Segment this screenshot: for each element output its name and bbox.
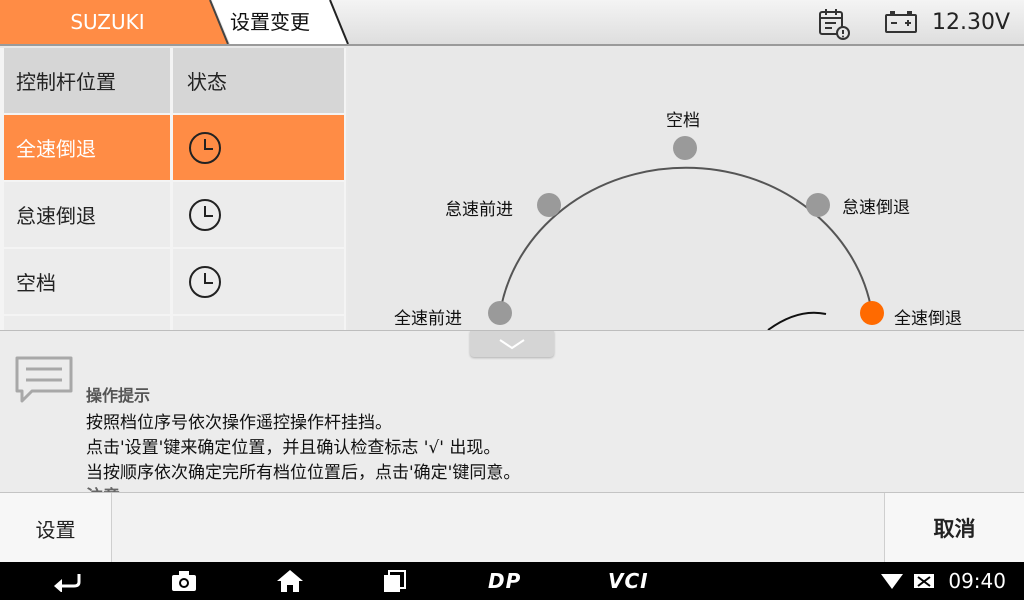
row-position-label: 全速倒退 bbox=[4, 115, 170, 180]
recent-apps-icon bbox=[384, 570, 406, 592]
hint-panel: 操作提示 按照档位序号依次操作遥控操作杆挂挡。 点击'设置'键来确定位置，并且确… bbox=[0, 330, 1024, 492]
cancel-button[interactable]: 取消 bbox=[884, 493, 1024, 563]
dp-label: DP bbox=[488, 569, 522, 593]
position-dot-idle-reverse bbox=[806, 193, 830, 217]
clock-icon bbox=[189, 265, 221, 298]
status-clock: 09:40 bbox=[948, 569, 1006, 593]
lever-arc-svg bbox=[488, 136, 884, 330]
label-neutral: 空档 bbox=[666, 111, 700, 131]
label-idle-reverse: 怠速倒退 bbox=[842, 198, 910, 218]
home-icon bbox=[277, 570, 303, 592]
lever-arc bbox=[499, 166, 873, 314]
message-icon bbox=[15, 356, 73, 403]
recent-apps-button[interactable] bbox=[382, 562, 408, 600]
brand-label: SUZUKI bbox=[70, 10, 145, 34]
calendar-alert-icon[interactable] bbox=[816, 6, 852, 42]
chevron-down-icon bbox=[499, 339, 525, 350]
row-position-label: 怠速倒退 bbox=[4, 182, 170, 247]
battery-voltage: 12.30V bbox=[931, 10, 1010, 35]
camera-icon bbox=[172, 571, 196, 591]
brand-tab[interactable]: SUZUKI bbox=[0, 0, 230, 44]
hint-line-3: 当按顺序依次确定完所有档位位置后，点击'确定'键同意。 bbox=[86, 463, 521, 483]
row-status bbox=[173, 115, 344, 180]
vci-label: VCI bbox=[608, 569, 649, 593]
wifi-status bbox=[880, 562, 904, 600]
collapse-button[interactable] bbox=[470, 331, 554, 357]
lever-diagram: 空档 怠速前进 怠速倒退 全速前进 全速倒退 bbox=[348, 48, 1024, 330]
row-status bbox=[173, 249, 344, 314]
screenshot-button[interactable] bbox=[170, 562, 198, 600]
breadcrumb-label: 设置变更 bbox=[230, 10, 310, 34]
home-button[interactable] bbox=[276, 562, 304, 600]
column-header-position: 控制杆位置 bbox=[4, 48, 170, 113]
position-dot-idle-forward bbox=[537, 193, 561, 217]
position-dot-full-forward bbox=[488, 301, 512, 325]
action-bar: 设置 取消 bbox=[0, 492, 1024, 563]
table-row-neutral[interactable]: 空档 bbox=[0, 249, 346, 316]
no-sim-icon bbox=[914, 574, 934, 588]
hint-title: 操作提示 bbox=[86, 386, 151, 405]
system-nav-bar: DP VCI 09:40 bbox=[0, 562, 1024, 600]
clock-icon bbox=[189, 131, 221, 164]
battery-icon bbox=[885, 11, 917, 33]
wifi-icon bbox=[881, 574, 903, 589]
lever-handle bbox=[767, 311, 827, 330]
back-button[interactable] bbox=[52, 562, 82, 600]
set-button[interactable]: 设置 bbox=[0, 493, 112, 563]
lever-position-table: 控制杆位置 状态 全速倒退 怠速倒退 空档 bbox=[0, 48, 346, 330]
hint-line-4: 注意 bbox=[86, 482, 120, 492]
sim-status bbox=[912, 562, 936, 600]
app-header: SUZUKI 设置变更 12.30V bbox=[0, 0, 1024, 46]
back-arrow-icon bbox=[54, 574, 81, 592]
position-dot-neutral bbox=[673, 136, 697, 160]
table-header: 控制杆位置 状态 bbox=[0, 48, 346, 115]
row-status bbox=[173, 182, 344, 247]
table-row-idle-reverse[interactable]: 怠速倒退 bbox=[0, 182, 346, 249]
row-position-label: 空档 bbox=[4, 249, 170, 314]
label-full-forward: 全速前进 bbox=[394, 309, 462, 329]
table-row-full-reverse[interactable]: 全速倒退 bbox=[0, 115, 346, 182]
hint-line-1: 按照档位序号依次操作遥控操作杆挂挡。 bbox=[86, 413, 392, 433]
vci-button[interactable]: VCI bbox=[608, 562, 649, 600]
hint-line-2: 点击'设置'键来确定位置，并且确认检查标志 '√' 出现。 bbox=[86, 438, 501, 458]
clock-icon bbox=[189, 198, 221, 231]
label-idle-forward: 怠速前进 bbox=[445, 200, 513, 220]
table-row-partial bbox=[0, 316, 346, 330]
column-header-status: 状态 bbox=[173, 48, 344, 113]
position-dot-full-reverse bbox=[860, 301, 884, 325]
label-full-reverse: 全速倒退 bbox=[894, 309, 962, 329]
dp-button[interactable]: DP bbox=[488, 562, 521, 600]
